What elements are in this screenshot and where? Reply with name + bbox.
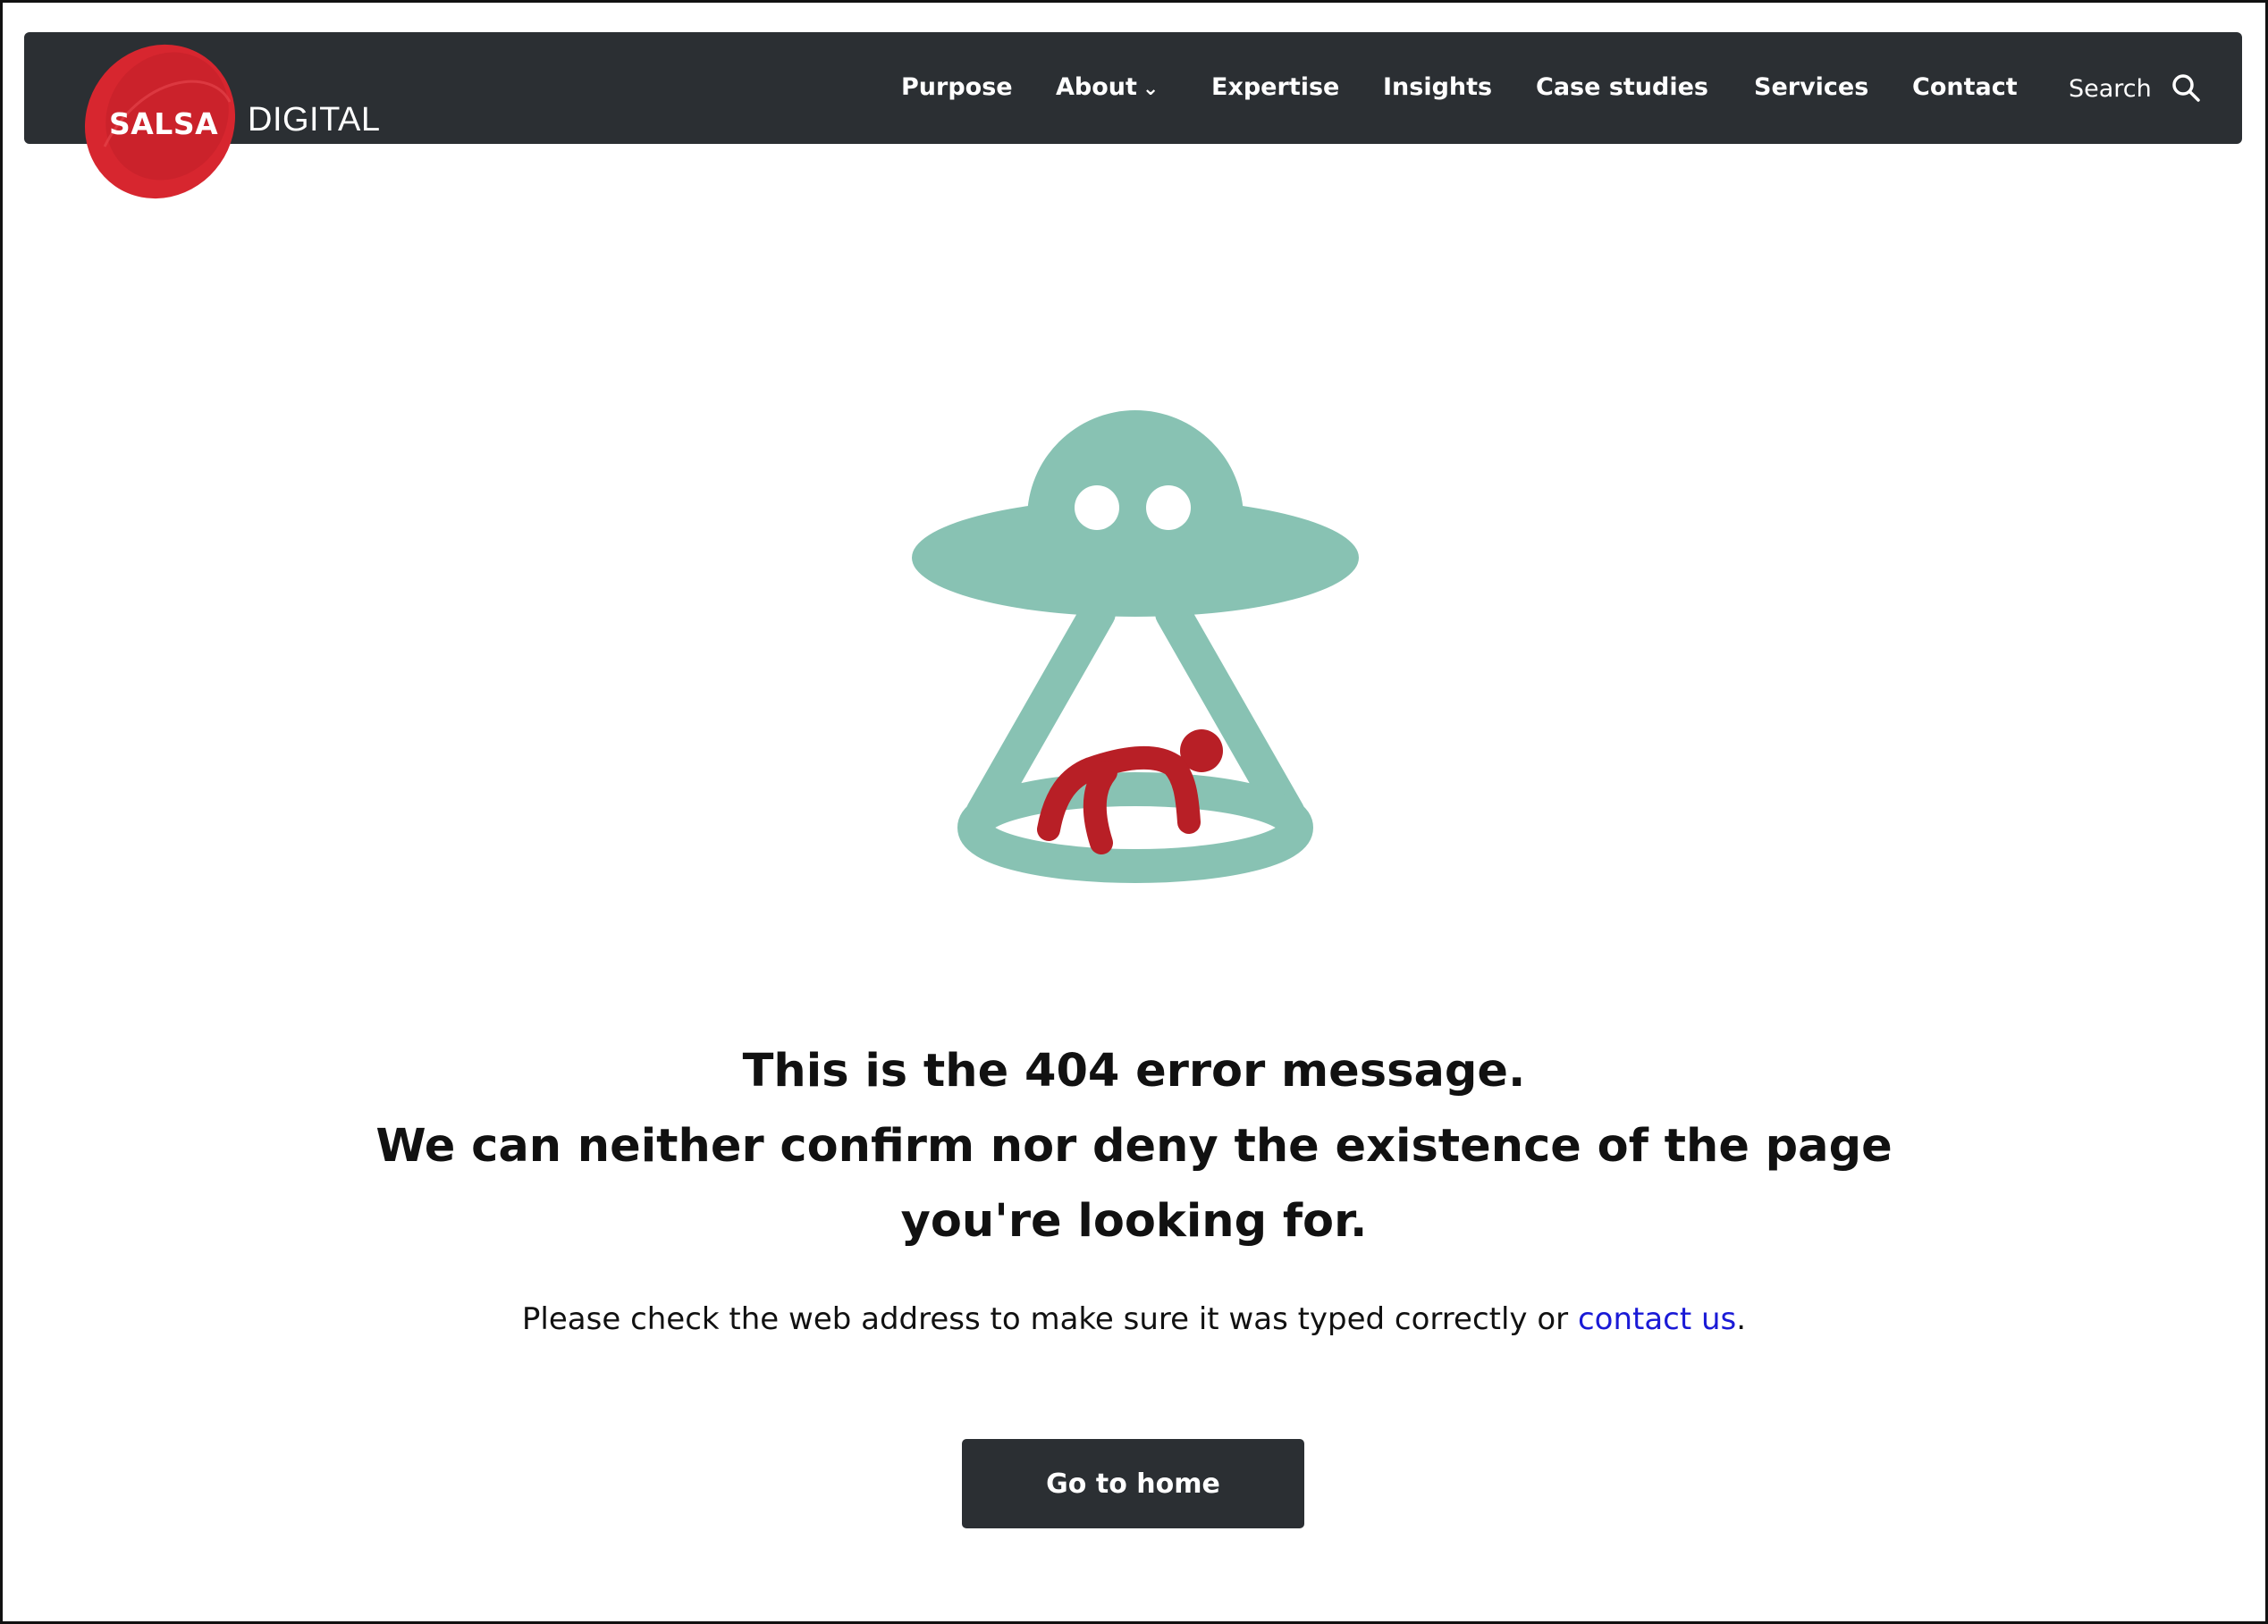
error-heading-line-3: you're looking for. bbox=[900, 1195, 1368, 1248]
chevron-down-icon: ⌄ bbox=[1142, 78, 1159, 100]
nav-case-studies[interactable]: Case studies bbox=[1536, 73, 1708, 101]
contact-us-link[interactable]: contact us bbox=[1578, 1301, 1736, 1337]
nav-contact[interactable]: Contact bbox=[1912, 73, 2018, 101]
help-text-before: Please check the web address to make sur… bbox=[521, 1301, 1578, 1337]
nav-services[interactable]: Services bbox=[1754, 73, 1868, 101]
nav-insights[interactable]: Insights bbox=[1383, 73, 1492, 101]
nav-about[interactable]: About ⌄ bbox=[1056, 73, 1159, 101]
logo-wordmark: SALSA bbox=[109, 106, 219, 141]
main-nav: Purpose About ⌄ Expertise Insights Case s… bbox=[0, 73, 2268, 109]
nav-expertise[interactable]: Expertise bbox=[1211, 73, 1339, 101]
nav-purpose[interactable]: Purpose bbox=[901, 73, 1013, 101]
go-to-home-button[interactable]: Go to home bbox=[962, 1439, 1304, 1528]
ufo-abduction-icon bbox=[912, 410, 1359, 883]
error-help-text: Please check the web address to make sur… bbox=[0, 1301, 2268, 1337]
salsa-digital-logo[interactable]: SALSA bbox=[78, 39, 248, 205]
search-icon bbox=[2172, 74, 2201, 102]
search-label: Search bbox=[2069, 75, 2152, 103]
help-text-after: . bbox=[1736, 1301, 1747, 1337]
error-heading-line-2: We can neither confirm nor deny the exis… bbox=[375, 1120, 1893, 1173]
error-heading-line-1: This is the 404 error message. bbox=[742, 1045, 1526, 1098]
search-button[interactable]: Search bbox=[2069, 73, 2201, 103]
nav-about-label: About bbox=[1056, 73, 1137, 101]
